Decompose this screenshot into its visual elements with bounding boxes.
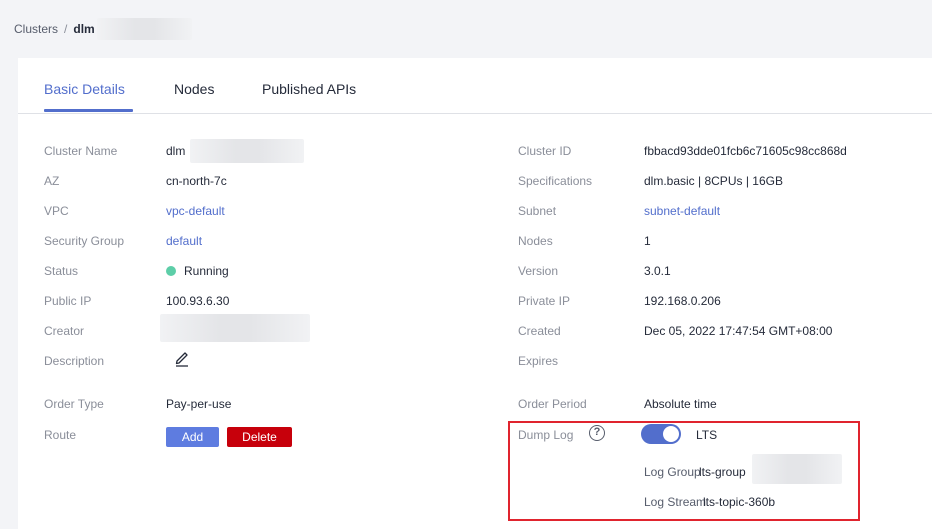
vpc-label: VPC: [44, 204, 69, 218]
specifications-label: Specifications: [518, 174, 593, 188]
cluster-id-value: fbbacd93dde01fcb6c71605c98cc868d: [644, 144, 847, 158]
subnet-link[interactable]: subnet-default: [644, 204, 720, 218]
created-value: Dec 05, 2022 17:47:54 GMT+08:00: [644, 324, 833, 338]
order-type-label: Order Type: [44, 397, 104, 411]
cluster-name-value: dlm: [166, 144, 186, 158]
tab-published-apis[interactable]: Published APIs: [262, 81, 356, 97]
delete-route-button[interactable]: Delete: [227, 427, 292, 447]
nodes-value: 1: [644, 234, 651, 248]
public-ip-value: 100.93.6.30: [166, 294, 230, 308]
subnet-label: Subnet: [518, 204, 557, 218]
cluster-id-label: Cluster ID: [518, 144, 572, 158]
redacted-cluster-name: [190, 139, 304, 163]
breadcrumb: Clusters / dlm: [14, 18, 192, 40]
breadcrumb-clusters-link[interactable]: Clusters: [14, 22, 58, 36]
version-value: 3.0.1: [644, 264, 671, 278]
status-text: Running: [184, 264, 229, 278]
tab-basic-details[interactable]: Basic Details: [44, 81, 125, 97]
order-period-label: Order Period: [518, 397, 587, 411]
private-ip-value: 192.168.0.206: [644, 294, 721, 308]
security-group-label: Security Group: [44, 234, 125, 248]
active-tab-indicator: [44, 109, 133, 112]
cluster-name-label: Cluster Name: [44, 144, 118, 158]
edit-pencil-icon[interactable]: [174, 349, 190, 367]
creator-label: Creator: [44, 324, 85, 338]
vpc-link[interactable]: vpc-default: [166, 204, 225, 218]
private-ip-label: Private IP: [518, 294, 571, 308]
nodes-label: Nodes: [518, 234, 553, 248]
status-label: Status: [44, 264, 79, 278]
dump-log-highlight-box: [508, 421, 860, 521]
add-route-button[interactable]: Add: [166, 427, 219, 447]
description-label: Description: [44, 354, 105, 368]
route-label: Route: [44, 428, 77, 442]
az-label: AZ: [44, 174, 60, 188]
version-label: Version: [518, 264, 559, 278]
tab-bar: Basic Details Nodes Published APIs: [18, 58, 932, 114]
breadcrumb-separator: /: [64, 22, 68, 36]
breadcrumb-current: dlm: [73, 22, 95, 36]
redacted-cluster-suffix: [96, 18, 192, 40]
order-type-value: Pay-per-use: [166, 397, 232, 411]
security-group-link[interactable]: default: [166, 234, 202, 248]
public-ip-label: Public IP: [44, 294, 92, 308]
expires-label: Expires: [518, 354, 559, 368]
status-value: Running: [166, 264, 229, 278]
tab-nodes[interactable]: Nodes: [174, 81, 214, 97]
redacted-creator: [160, 314, 310, 342]
order-period-value: Absolute time: [644, 397, 717, 411]
az-value: cn-north-7c: [166, 174, 227, 188]
specifications-value: dlm.basic | 8CPUs | 16GB: [644, 174, 783, 188]
created-label: Created: [518, 324, 561, 338]
status-running-dot: [166, 266, 176, 276]
